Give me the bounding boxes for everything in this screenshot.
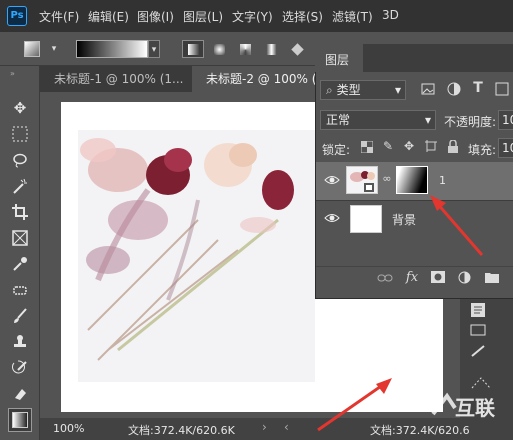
eye-icon[interactable] [324, 211, 340, 225]
chevron-down-icon: ▾ [424, 113, 431, 127]
lock-image-pixels-icon[interactable]: ✎ [381, 139, 395, 153]
chevron-right-icon[interactable]: › [262, 420, 267, 434]
search-icon: ⌕ [326, 83, 333, 97]
document-size-secondary: 文档:372.4K/620.6 [370, 424, 470, 437]
layer-row-1[interactable]: ∞ 1 [316, 162, 513, 200]
layer-filter-select[interactable]: ⌕ 类型 ▾ [320, 80, 406, 100]
folder-icon[interactable] [484, 271, 500, 285]
menu-image[interactable]: 图像(I) [137, 8, 174, 25]
menu-edit[interactable]: 编辑(E) [88, 8, 129, 25]
brush-settings-icon[interactable] [470, 344, 490, 360]
chevron-left-icon[interactable]: ‹ [284, 420, 289, 434]
zoom-level[interactable]: 100% [53, 422, 84, 435]
stamp-icon[interactable] [8, 330, 32, 354]
link-layers-icon[interactable] [376, 272, 394, 286]
layer-thumbnail [346, 166, 378, 194]
watermark-text: 互联 [455, 396, 495, 420]
add-mask-icon[interactable] [430, 271, 446, 285]
fill-input[interactable]: 10 [498, 138, 513, 158]
layers-tab-label: 图层 [325, 53, 350, 67]
brush-icon[interactable] [8, 304, 32, 328]
blend-mode-value: 正常 [326, 113, 351, 127]
move-icon[interactable]: ✥ [8, 96, 32, 120]
lock-transparent-pixels-icon[interactable] [360, 140, 374, 155]
menu-file[interactable]: 文件(F) [39, 8, 79, 25]
chevron-down-icon: ▾ [394, 83, 401, 97]
image-filter-icon[interactable] [420, 82, 436, 98]
marquee-icon[interactable] [8, 122, 32, 146]
adjustment-filter-icon[interactable] [446, 82, 462, 98]
layer-mask-thumbnail[interactable] [396, 166, 428, 194]
menu-filter[interactable]: 滤镜(T) [332, 8, 373, 25]
linear-gradient-button[interactable] [182, 40, 204, 58]
toolbar-collapse-handle[interactable]: » [10, 70, 30, 78]
history-brush-icon[interactable] [8, 356, 32, 380]
panel-icon[interactable] [470, 324, 490, 340]
opacity-input[interactable]: 10 [498, 110, 513, 130]
radial-gradient-button[interactable] [208, 40, 230, 58]
gradient-dropdown-button[interactable]: ▾ [148, 40, 160, 58]
layer-thumbnail [350, 205, 382, 233]
menu-3d[interactable]: 3D [382, 8, 399, 22]
filter-kind-label: 类型 [336, 83, 361, 97]
document-size: 文档:372.4K/620.6K [128, 424, 235, 437]
tab-document-1[interactable]: 未标题-1 @ 100% (1... [40, 66, 192, 92]
eye-icon[interactable] [324, 173, 340, 187]
angle-gradient-button[interactable] [234, 40, 256, 58]
adjustment-layer-icon[interactable] [456, 271, 472, 285]
lasso-icon[interactable] [8, 148, 32, 172]
layers-tab[interactable]: 图层 [315, 44, 363, 72]
blend-mode-select[interactable]: 正常 ▾ [320, 110, 436, 130]
diamond-gradient-button[interactable] [286, 40, 308, 58]
gradient-tool-preset-icon [24, 41, 40, 57]
magic-wand-icon[interactable] [8, 174, 32, 198]
spot-healing-icon[interactable] [8, 278, 32, 302]
document-icon[interactable] [470, 302, 490, 320]
opacity-label: 不透明度: [444, 115, 497, 129]
menu-type[interactable]: 文字(Y) [232, 8, 273, 25]
eraser-icon[interactable] [8, 382, 32, 406]
chevron-down-icon[interactable]: ▾ [48, 40, 60, 58]
flower-image [78, 130, 315, 382]
gradient-preview[interactable] [76, 40, 148, 58]
eyedropper-icon[interactable] [8, 252, 32, 276]
layer-name[interactable]: 背景 [392, 211, 416, 228]
reflected-gradient-button[interactable] [260, 40, 282, 58]
type-filter-icon[interactable]: T [470, 80, 486, 96]
photoshop-logo-icon: Ps [7, 6, 27, 26]
tab-document-2[interactable]: 未标题-2 @ 100% (1... [192, 66, 315, 92]
gradient-icon[interactable] [8, 408, 32, 432]
shape-filter-icon[interactable] [494, 82, 510, 98]
frame-icon[interactable] [8, 226, 32, 250]
watermark-logo: 互联 [425, 390, 513, 420]
menu-layer[interactable]: 图层(L) [183, 8, 223, 25]
fill-label: 填充: [468, 143, 497, 157]
menu-select[interactable]: 选择(S) [282, 8, 323, 25]
lock-position-icon[interactable]: ✥ [402, 139, 416, 153]
lock-label: 锁定: [322, 143, 351, 157]
crop-icon[interactable] [8, 200, 32, 224]
fx-icon[interactable]: fx [402, 270, 422, 286]
lock-artboard-icon[interactable] [424, 140, 438, 154]
layer-name[interactable]: 1 [439, 174, 446, 187]
chain-link-icon[interactable]: ∞ [382, 172, 392, 188]
lock-all-icon[interactable] [446, 139, 460, 154]
layer-row-background[interactable]: 背景 [316, 200, 513, 238]
tool-preset-picker[interactable] [22, 38, 46, 60]
